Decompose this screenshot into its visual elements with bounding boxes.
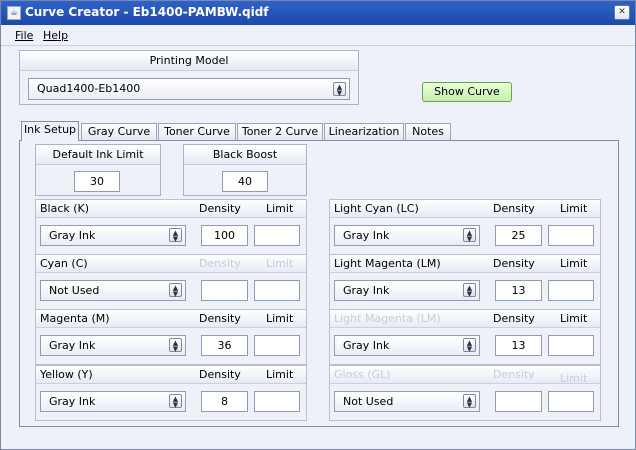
ink-row-yellow: Yellow (Y) Density Limit Gray Ink ▲ ▼ 8 (35, 365, 307, 421)
ink-row-light-magenta: Light Magenta (LM) Density Limit Gray In… (329, 254, 601, 310)
limit-label: Limit (266, 368, 294, 381)
ink-type-value: Gray Ink (49, 395, 96, 408)
ink-name: Cyan (C) (40, 257, 88, 270)
select-arrow-icon: ▲ ▼ (333, 82, 346, 97)
default-ink-limit-panel: Default Ink Limit 30 (35, 144, 161, 196)
ink-type-select[interactable]: Gray Ink ▲ ▼ (334, 225, 480, 246)
select-arrow-icon: ▲ ▼ (463, 338, 476, 353)
ink-name: Light Cyan (LC) (334, 202, 419, 215)
printing-model-value: Quad1400-Eb1400 (37, 82, 141, 95)
select-arrow-icon: ▲ ▼ (463, 394, 476, 409)
ink-type-value: Gray Ink (343, 339, 390, 352)
ink-type-value: Gray Ink (49, 229, 96, 242)
default-ink-limit-input[interactable]: 30 (74, 171, 120, 192)
menu-file[interactable]: File (15, 29, 33, 42)
density-input[interactable] (495, 391, 542, 412)
title-bar[interactable]: ☕ Curve Creator - Eb1400-PAMBW.qidf ✕ (1, 1, 635, 25)
black-boost-label: Black Boost (184, 145, 306, 165)
black-boost-panel: Black Boost 40 (183, 144, 307, 196)
menu-bar: File Help (1, 26, 635, 46)
limit-input[interactable] (548, 335, 594, 356)
limit-input[interactable] (548, 391, 594, 412)
ink-type-value: Not Used (49, 284, 100, 297)
limit-label: Limit (560, 312, 588, 325)
ink-row-cyan: Cyan (C) Density Limit Not Used ▲ ▼ (35, 254, 307, 310)
ink-row-gloss: Gloss (GL) Density Limit Not Used ▲ ▼ (329, 365, 601, 421)
density-label: Density (493, 312, 535, 325)
density-label: Density (199, 202, 241, 215)
black-boost-input[interactable]: 40 (222, 171, 268, 192)
limit-label: Limit (560, 372, 588, 385)
select-arrow-icon: ▲ ▼ (463, 228, 476, 243)
density-input[interactable]: 8 (201, 391, 248, 412)
ink-type-select[interactable]: Gray Ink ▲ ▼ (40, 391, 186, 412)
limit-input[interactable] (254, 391, 300, 412)
ink-row-magenta: Magenta (M) Density Limit Gray Ink ▲ ▼ 36 (35, 309, 307, 365)
limit-input[interactable] (254, 225, 300, 246)
limit-input[interactable] (254, 335, 300, 356)
app-icon: ☕ (7, 6, 21, 20)
tab-toner-2-curve[interactable]: Toner 2 Curve (237, 123, 323, 140)
select-arrow-icon: ▲ ▼ (169, 283, 182, 298)
printing-model-select[interactable]: Quad1400-Eb1400 ▲ ▼ (28, 78, 350, 100)
tab-toner-curve[interactable]: Toner Curve (158, 123, 236, 140)
printing-model-header: Printing Model (20, 51, 358, 71)
tab-linearization[interactable]: Linearization (324, 123, 404, 140)
ink-name: Magenta (M) (40, 312, 110, 325)
density-label: Density (199, 257, 241, 270)
density-label: Density (493, 202, 535, 215)
limit-label: Limit (266, 312, 294, 325)
limit-input[interactable] (548, 225, 594, 246)
density-label: Density (199, 368, 241, 381)
menu-help[interactable]: Help (43, 29, 68, 42)
density-input[interactable]: 13 (495, 335, 542, 356)
window-title: Curve Creator - Eb1400-PAMBW.qidf (25, 5, 269, 19)
ink-name: Light Magenta (LM) (334, 257, 441, 270)
ink-type-select[interactable]: Gray Ink ▲ ▼ (334, 280, 480, 301)
density-label: Density (493, 257, 535, 270)
ink-row-light-cyan: Light Cyan (LC) Density Limit Gray Ink ▲… (329, 199, 601, 255)
tab-notes[interactable]: Notes (405, 123, 451, 140)
app-window: ☕ Curve Creator - Eb1400-PAMBW.qidf ✕ Fi… (0, 0, 636, 450)
ink-name: Yellow (Y) (40, 368, 93, 381)
density-input[interactable]: 25 (495, 225, 542, 246)
select-arrow-icon: ▲ ▼ (169, 394, 182, 409)
density-label: Density (199, 312, 241, 325)
ink-name: Light Magenta (LM) (334, 312, 441, 325)
limit-input[interactable] (254, 280, 300, 301)
ink-type-select[interactable]: Gray Ink ▲ ▼ (40, 335, 186, 356)
close-button[interactable]: ✕ (614, 5, 630, 20)
limit-label: Limit (560, 257, 588, 270)
density-input[interactable] (201, 280, 248, 301)
ink-type-value: Gray Ink (343, 229, 390, 242)
ink-type-select[interactable]: Gray Ink ▲ ▼ (334, 335, 480, 356)
ink-row-light-magenta-2: Light Magenta (LM) Density Limit Gray In… (329, 309, 601, 365)
ink-type-value: Gray Ink (49, 339, 96, 352)
ink-type-value: Gray Ink (343, 284, 390, 297)
density-input[interactable]: 36 (201, 335, 248, 356)
tab-gray-curve[interactable]: Gray Curve (81, 123, 157, 140)
select-arrow-icon: ▲ ▼ (463, 283, 476, 298)
tab-ink-setup[interactable]: Ink Setup (21, 121, 79, 141)
select-arrow-icon: ▲ ▼ (169, 338, 182, 353)
show-curve-button[interactable]: Show Curve (422, 82, 512, 102)
ink-type-select[interactable]: Not Used ▲ ▼ (334, 391, 480, 412)
ink-name: Gloss (GL) (334, 368, 391, 381)
ink-name: Black (K) (40, 202, 90, 215)
density-input[interactable]: 13 (495, 280, 542, 301)
density-label: Density (493, 368, 535, 381)
limit-label: Limit (266, 257, 294, 270)
default-ink-limit-label: Default Ink Limit (36, 145, 160, 165)
ink-row-black: Black (K) Density Limit Gray Ink ▲ ▼ 100 (35, 199, 307, 255)
ink-type-select[interactable]: Not Used ▲ ▼ (40, 280, 186, 301)
select-arrow-icon: ▲ ▼ (169, 228, 182, 243)
limit-label: Limit (266, 202, 294, 215)
density-input[interactable]: 100 (201, 225, 248, 246)
ink-type-select[interactable]: Gray Ink ▲ ▼ (40, 225, 186, 246)
limit-label: Limit (560, 202, 588, 215)
ink-type-value: Not Used (343, 395, 394, 408)
printing-model-panel: Printing Model Quad1400-Eb1400 ▲ ▼ (19, 50, 359, 105)
limit-input[interactable] (548, 280, 594, 301)
